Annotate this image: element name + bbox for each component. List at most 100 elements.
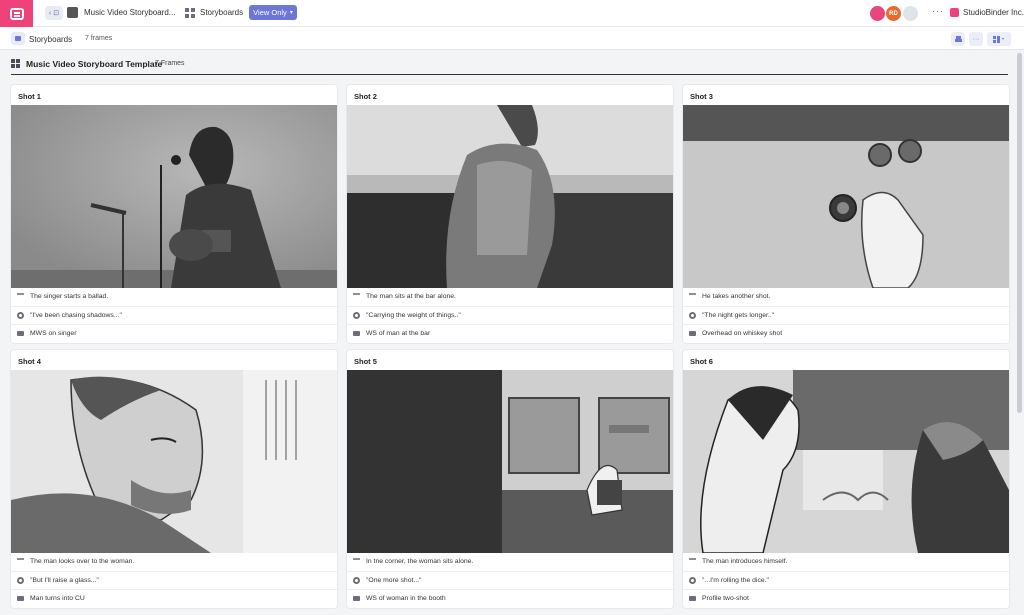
- shot-camera-row: Man turns into CU: [11, 589, 337, 607]
- storyboard-grid-icon: [11, 59, 20, 68]
- scrollbar[interactable]: [1017, 53, 1022, 413]
- shot-title: Shot 1: [18, 92, 41, 101]
- layout-toggle-button[interactable]: [987, 32, 1011, 46]
- shot-description-row: The man introduces himself.: [683, 553, 1009, 571]
- shot-description: He takes another shot.: [702, 293, 771, 300]
- view-only-label: View Only: [253, 8, 287, 17]
- shot-title: Shot 6: [690, 357, 713, 366]
- shot-dialogue-row: "But I'll raise a glass...": [11, 571, 337, 589]
- text-icon: [17, 558, 24, 563]
- storyboards-link[interactable]: Storyboards: [200, 8, 243, 17]
- text-icon: [689, 293, 696, 298]
- shot-camera-row: WS of man at the bar: [347, 324, 673, 342]
- audio-icon: [17, 577, 24, 584]
- shot-frame-image[interactable]: [683, 370, 1009, 553]
- shot-description-row: The man sits at the bar alone.: [347, 288, 673, 306]
- avatar[interactable]: RD: [886, 6, 901, 21]
- shot-description: The man sits at the bar alone.: [366, 293, 456, 300]
- shot-camera-row: WS of woman in the booth: [347, 589, 673, 607]
- shot-camera: Man turns into CU: [30, 595, 85, 602]
- shot-description-row: In tne corner, the woman sits alone.: [347, 553, 673, 571]
- storyboards-title[interactable]: Storyboards: [29, 35, 72, 44]
- shot-card-5[interactable]: Shot 5 In tne corner, the woman sits alo…: [347, 350, 673, 608]
- shot-dialogue: "One more shot...": [366, 577, 422, 584]
- camera-icon: [17, 331, 24, 336]
- shot-frame-image[interactable]: [11, 370, 337, 553]
- shot-dialogue-row: "One more shot...": [347, 571, 673, 589]
- shot-card-4[interactable]: Shot 4 The man looks over to the woman. …: [11, 350, 337, 608]
- shot-frame-image[interactable]: [11, 105, 337, 288]
- layout-icon: [993, 35, 1004, 43]
- top-bar: ‹ ⊡ Music Video Storyboard... Storyboard…: [0, 0, 1024, 27]
- project-name[interactable]: Music Video Storyboard...: [84, 8, 175, 17]
- shot-description: The singer starts a ballad.: [30, 293, 109, 300]
- camera-icon: [689, 331, 696, 336]
- shot-description: The man looks over to the woman.: [30, 558, 135, 565]
- shot-camera: Overhead on whiskey shot: [702, 330, 783, 337]
- print-button[interactable]: [951, 32, 965, 46]
- view-only-button[interactable]: View Only ▾: [249, 5, 297, 20]
- audio-icon: [689, 577, 696, 584]
- audio-icon: [17, 312, 24, 319]
- shot-title: Shot 4: [18, 357, 41, 366]
- shot-camera: WS of woman in the booth: [366, 595, 446, 602]
- shot-description: In tne corner, the woman sits alone.: [366, 558, 474, 565]
- avatar[interactable]: [903, 6, 918, 21]
- shot-camera: Profile two-shot: [702, 595, 749, 602]
- storyboard-icon: [11, 32, 25, 45]
- company-name[interactable]: StudioBinder Inc.: [963, 8, 1024, 17]
- shot-dialogue-row: "...I'm rolling the dice.": [683, 571, 1009, 589]
- camera-icon: [353, 331, 360, 336]
- shot-camera-row: Overhead on whiskey shot: [683, 324, 1009, 342]
- text-icon: [689, 558, 696, 563]
- shot-description-row: The singer starts a ballad.: [11, 288, 337, 306]
- shot-dialogue: "But I'll raise a glass...": [30, 577, 99, 584]
- back-button[interactable]: ‹ ⊡: [45, 6, 63, 20]
- text-icon: [17, 293, 24, 298]
- studiobinder-logo[interactable]: [0, 0, 33, 27]
- storyboard-toolbar: Storyboards 7 frames ···: [0, 27, 1024, 50]
- shot-card-6[interactable]: Shot 6 The man introduces himself. "...I…: [683, 350, 1009, 608]
- project-thumbnail-icon: [67, 7, 78, 18]
- print-icon: [954, 35, 962, 42]
- more-options-button[interactable]: ···: [932, 6, 944, 16]
- storyboards-grid-icon: [185, 8, 195, 18]
- camera-icon: [689, 596, 696, 601]
- camera-icon: [17, 596, 24, 601]
- shot-camera-row: Profile two-shot: [683, 589, 1009, 607]
- storyboard-section-header: Music Video Storyboard Template 7 Frames: [11, 56, 1008, 75]
- audio-icon: [353, 577, 360, 584]
- shot-frame-image[interactable]: [683, 105, 1009, 288]
- shot-dialogue: "The night gets longer..": [702, 312, 775, 319]
- more-actions-button[interactable]: ···: [969, 32, 983, 46]
- shot-description-row: The man looks over to the woman.: [11, 553, 337, 571]
- shot-card-1[interactable]: Shot 1 The singer starts a ballad. "I've…: [11, 85, 337, 343]
- shot-title: Shot 2: [354, 92, 377, 101]
- storyboard-frame-count: 7 Frames: [155, 60, 185, 67]
- shot-dialogue: "...I'm rolling the dice.": [702, 577, 769, 584]
- audio-icon: [353, 312, 360, 319]
- company-icon: [950, 8, 959, 17]
- shot-card-2[interactable]: Shot 2 The man sits at the bar alone. "C…: [347, 85, 673, 343]
- audio-icon: [689, 312, 696, 319]
- shot-camera: MWS on singer: [30, 330, 77, 337]
- camera-icon: [353, 596, 360, 601]
- shot-dialogue: "Carrying the weight of things..": [366, 312, 461, 319]
- avatar[interactable]: [870, 6, 885, 21]
- shot-camera: WS of man at the bar: [366, 330, 431, 337]
- shot-frame-image[interactable]: [347, 105, 673, 288]
- text-icon: [353, 558, 360, 563]
- shot-card-3[interactable]: Shot 3 He takes another shot. "The night…: [683, 85, 1009, 343]
- shot-description: The man introduces himself.: [702, 558, 788, 565]
- shot-title: Shot 5: [354, 357, 377, 366]
- shot-title: Shot 3: [690, 92, 713, 101]
- shot-description-row: He takes another shot.: [683, 288, 1009, 306]
- logo-icon: [9, 7, 24, 20]
- shot-dialogue-row: "The night gets longer..": [683, 306, 1009, 324]
- shot-dialogue-row: "I've been chasing shadows...": [11, 306, 337, 324]
- text-icon: [353, 293, 360, 298]
- shot-frame-image[interactable]: [347, 370, 673, 553]
- shot-dialogue: "I've been chasing shadows...": [30, 312, 122, 319]
- shot-camera-row: MWS on singer: [11, 324, 337, 342]
- frame-count: 7 frames: [85, 35, 113, 42]
